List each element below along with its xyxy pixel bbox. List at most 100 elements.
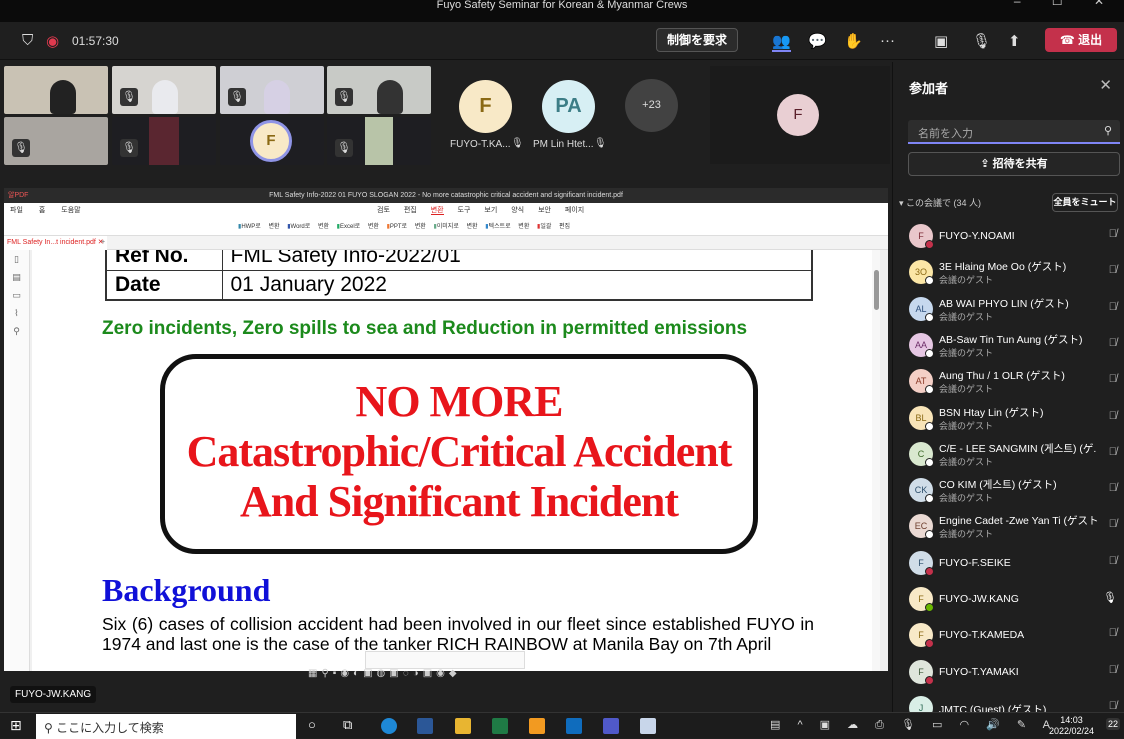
- more-participants-button[interactable]: +23: [625, 79, 678, 132]
- mic-off-icon[interactable]: 🎙̸: [1109, 518, 1117, 530]
- video-tile[interactable]: 🎙: [112, 66, 216, 114]
- word-icon[interactable]: [417, 718, 433, 734]
- participants-icon[interactable]: 👥: [772, 32, 791, 52]
- teams-icon[interactable]: [603, 718, 619, 734]
- video-tile[interactable]: 🎙: [220, 66, 324, 114]
- excel-icon[interactable]: [492, 718, 508, 734]
- status-guest-icon: [925, 457, 934, 467]
- tool-button[interactable]: HWP로 변환: [241, 224, 279, 230]
- mic-off-icon[interactable]: 🎙̸: [1109, 410, 1117, 422]
- video-tile[interactable]: 🎙: [112, 117, 216, 165]
- participant-row[interactable]: F FUYO-T.YAMAKI 🎙̸: [893, 656, 1124, 692]
- participant-row[interactable]: F FUYO-T.KAMEDA 🎙̸: [893, 619, 1124, 655]
- bookmark-icon[interactable]: ▤: [4, 268, 29, 286]
- cortana-icon[interactable]: ○: [308, 717, 316, 732]
- clock[interactable]: 14:03 2022/02/24: [1049, 715, 1094, 737]
- mic-off-icon[interactable]: 🎙̸: [1109, 700, 1117, 712]
- menu-item[interactable]: 홈: [39, 207, 45, 214]
- request-control-button[interactable]: 制御を要求: [656, 28, 738, 52]
- document-tab[interactable]: FML Safety In...t incident.pdf ✕: [4, 236, 107, 250]
- participant-row[interactable]: BL BSN Htay Lin (ゲスト) 会議のゲスト 🎙̸: [893, 402, 1124, 438]
- file-explorer-icon[interactable]: [455, 718, 471, 734]
- video-tile[interactable]: 🎙: [327, 117, 431, 165]
- notification-popup[interactable]: [365, 651, 525, 669]
- task-view-icon[interactable]: ⧉: [343, 717, 352, 733]
- reactions-icon[interactable]: ✋: [844, 32, 863, 50]
- mic-on-icon[interactable]: 🎙: [1103, 591, 1117, 604]
- section-header[interactable]: ▾ この会議で (34 人): [899, 196, 981, 209]
- start-icon[interactable]: ⊞: [10, 717, 22, 734]
- menu-item[interactable]: 편집: [404, 207, 417, 214]
- ref-table: Ref No. FML Safety Info-2022/01 Date 01 Ja…: [105, 250, 813, 301]
- tool-button[interactable]: 이미지로 변환: [437, 224, 478, 230]
- leave-button[interactable]: ☎ 退出: [1045, 28, 1117, 52]
- share-invite-button[interactable]: ⇪ 招待を共有: [908, 152, 1120, 176]
- mic-off-icon[interactable]: 🎙̸: [1109, 627, 1117, 639]
- mic-off-icon[interactable]: 🎙̸: [1109, 337, 1117, 349]
- mute-all-button[interactable]: 全員をミュート: [1052, 193, 1118, 212]
- chat-icon[interactable]: 💬: [808, 32, 827, 50]
- mic-off-icon[interactable]: 🎙̸: [1109, 264, 1117, 276]
- scrollbar-thumb[interactable]: [874, 270, 879, 310]
- tool-button[interactable]: PPT로 변환: [390, 224, 426, 230]
- participant-row[interactable]: AA AB-Saw Tin Tun Aung (ゲスト) 会議のゲスト 🎙̸: [893, 329, 1124, 365]
- menu-item[interactable]: 양식: [511, 207, 524, 214]
- menu-item[interactable]: 보기: [484, 207, 497, 214]
- video-tile[interactable]: 🎙: [4, 117, 108, 165]
- close-icon[interactable]: ✕: [1099, 76, 1112, 94]
- tool-button[interactable]: 일괄 편집: [540, 224, 570, 230]
- video-tile[interactable]: F: [220, 117, 324, 165]
- participant-row[interactable]: EC Engine Cadet -Zwe Yan Ti (ゲスト) 会議のゲスト…: [893, 510, 1124, 546]
- menu-item-active[interactable]: 변환: [430, 207, 444, 215]
- mic-off-icon[interactable]: 🎙: [972, 32, 991, 50]
- participant-row[interactable]: F FUYO-Y.NOAMI 🎙̸: [893, 220, 1124, 256]
- edge-icon[interactable]: [381, 718, 397, 734]
- menu-item[interactable]: 검토: [377, 207, 390, 214]
- window-controls[interactable]: – ☐ ✕: [1014, 0, 1118, 7]
- camera-off-icon[interactable]: ▣: [934, 32, 948, 50]
- participant-avatar[interactable]: F: [459, 80, 512, 133]
- mic-off-icon[interactable]: 🎙̸: [1109, 301, 1117, 313]
- taskbar-search-input[interactable]: ⚲ ここに入力して検索: [36, 714, 296, 739]
- tool-button[interactable]: Word로 변환: [291, 224, 329, 230]
- mic-off-icon[interactable]: 🎙̸: [1109, 555, 1117, 567]
- new-tab-button[interactable]: +: [101, 236, 105, 250]
- search-icon[interactable]: ⚲: [4, 322, 29, 340]
- mic-off-icon[interactable]: 🎙̸: [1109, 664, 1117, 676]
- attachment-icon[interactable]: ⌇: [4, 304, 29, 322]
- menu-item[interactable]: 도구: [458, 207, 471, 214]
- tool-button[interactable]: 텍스트로 변환: [489, 224, 530, 230]
- comment-icon[interactable]: ▭: [4, 286, 29, 304]
- spotlight-tile[interactable]: F: [710, 66, 890, 164]
- participant-search-input[interactable]: 名前を入力 ⚲: [908, 120, 1120, 144]
- system-tray[interactable]: ▤ ^ ▣ ☁ ⎙ 🎙 ▭ ◠ 🔊 ✎ A: [770, 718, 1057, 732]
- participant-row[interactable]: C C/E - LEE SANGMIN (게스트) (ゲ... 会議のゲスト 🎙…: [893, 438, 1124, 474]
- participant-row[interactable]: 3O 3E Hlaing Moe Oo (ゲスト) 会議のゲスト 🎙̸: [893, 256, 1124, 292]
- mic-off-icon[interactable]: 🎙̸: [1109, 373, 1117, 385]
- participant-avatar[interactable]: PA: [542, 80, 595, 133]
- outlook-icon[interactable]: [566, 718, 582, 734]
- video-tile[interactable]: [4, 66, 108, 114]
- mic-off-icon[interactable]: 🎙̸: [1109, 482, 1117, 494]
- notification-badge[interactable]: 22: [1105, 718, 1120, 730]
- video-tile[interactable]: 🎙: [327, 66, 431, 114]
- tool-button[interactable]: Excel로 변환: [340, 224, 379, 230]
- mic-off-icon[interactable]: 🎙̸: [1109, 446, 1117, 458]
- participant-row[interactable]: CK CO KIM (게스트) (ゲスト) 会議のゲスト 🎙̸: [893, 474, 1124, 510]
- participant-row[interactable]: AL AB WAI PHYO LIN (ゲスト) 会議のゲスト 🎙̸: [893, 293, 1124, 329]
- mic-off-icon[interactable]: 🎙̸: [1109, 228, 1117, 240]
- participant-name: FUYO-T.YAMAKI: [939, 665, 1019, 678]
- pdf-app-icon[interactable]: [640, 718, 656, 734]
- participant-row[interactable]: F FUYO-F.SEIKE 🎙̸: [893, 547, 1124, 583]
- menu-item[interactable]: 파일: [10, 207, 23, 214]
- menu-item[interactable]: 보안: [538, 207, 551, 214]
- menu-item[interactable]: 도움말: [61, 207, 80, 214]
- app-icon[interactable]: [529, 718, 545, 734]
- menu-item[interactable]: 페이지: [565, 207, 584, 214]
- thumbnail-icon[interactable]: ▯: [4, 250, 29, 268]
- participant-row[interactable]: F FUYO-JW.KANG 🎙: [893, 583, 1124, 619]
- participant-row[interactable]: AT Aung Thu / 1 OLR (ゲスト) 会議のゲスト 🎙̸: [893, 365, 1124, 401]
- more-icon[interactable]: ···: [880, 32, 895, 49]
- scrollbar[interactable]: [872, 250, 880, 671]
- share-icon[interactable]: ⬆: [1008, 32, 1021, 50]
